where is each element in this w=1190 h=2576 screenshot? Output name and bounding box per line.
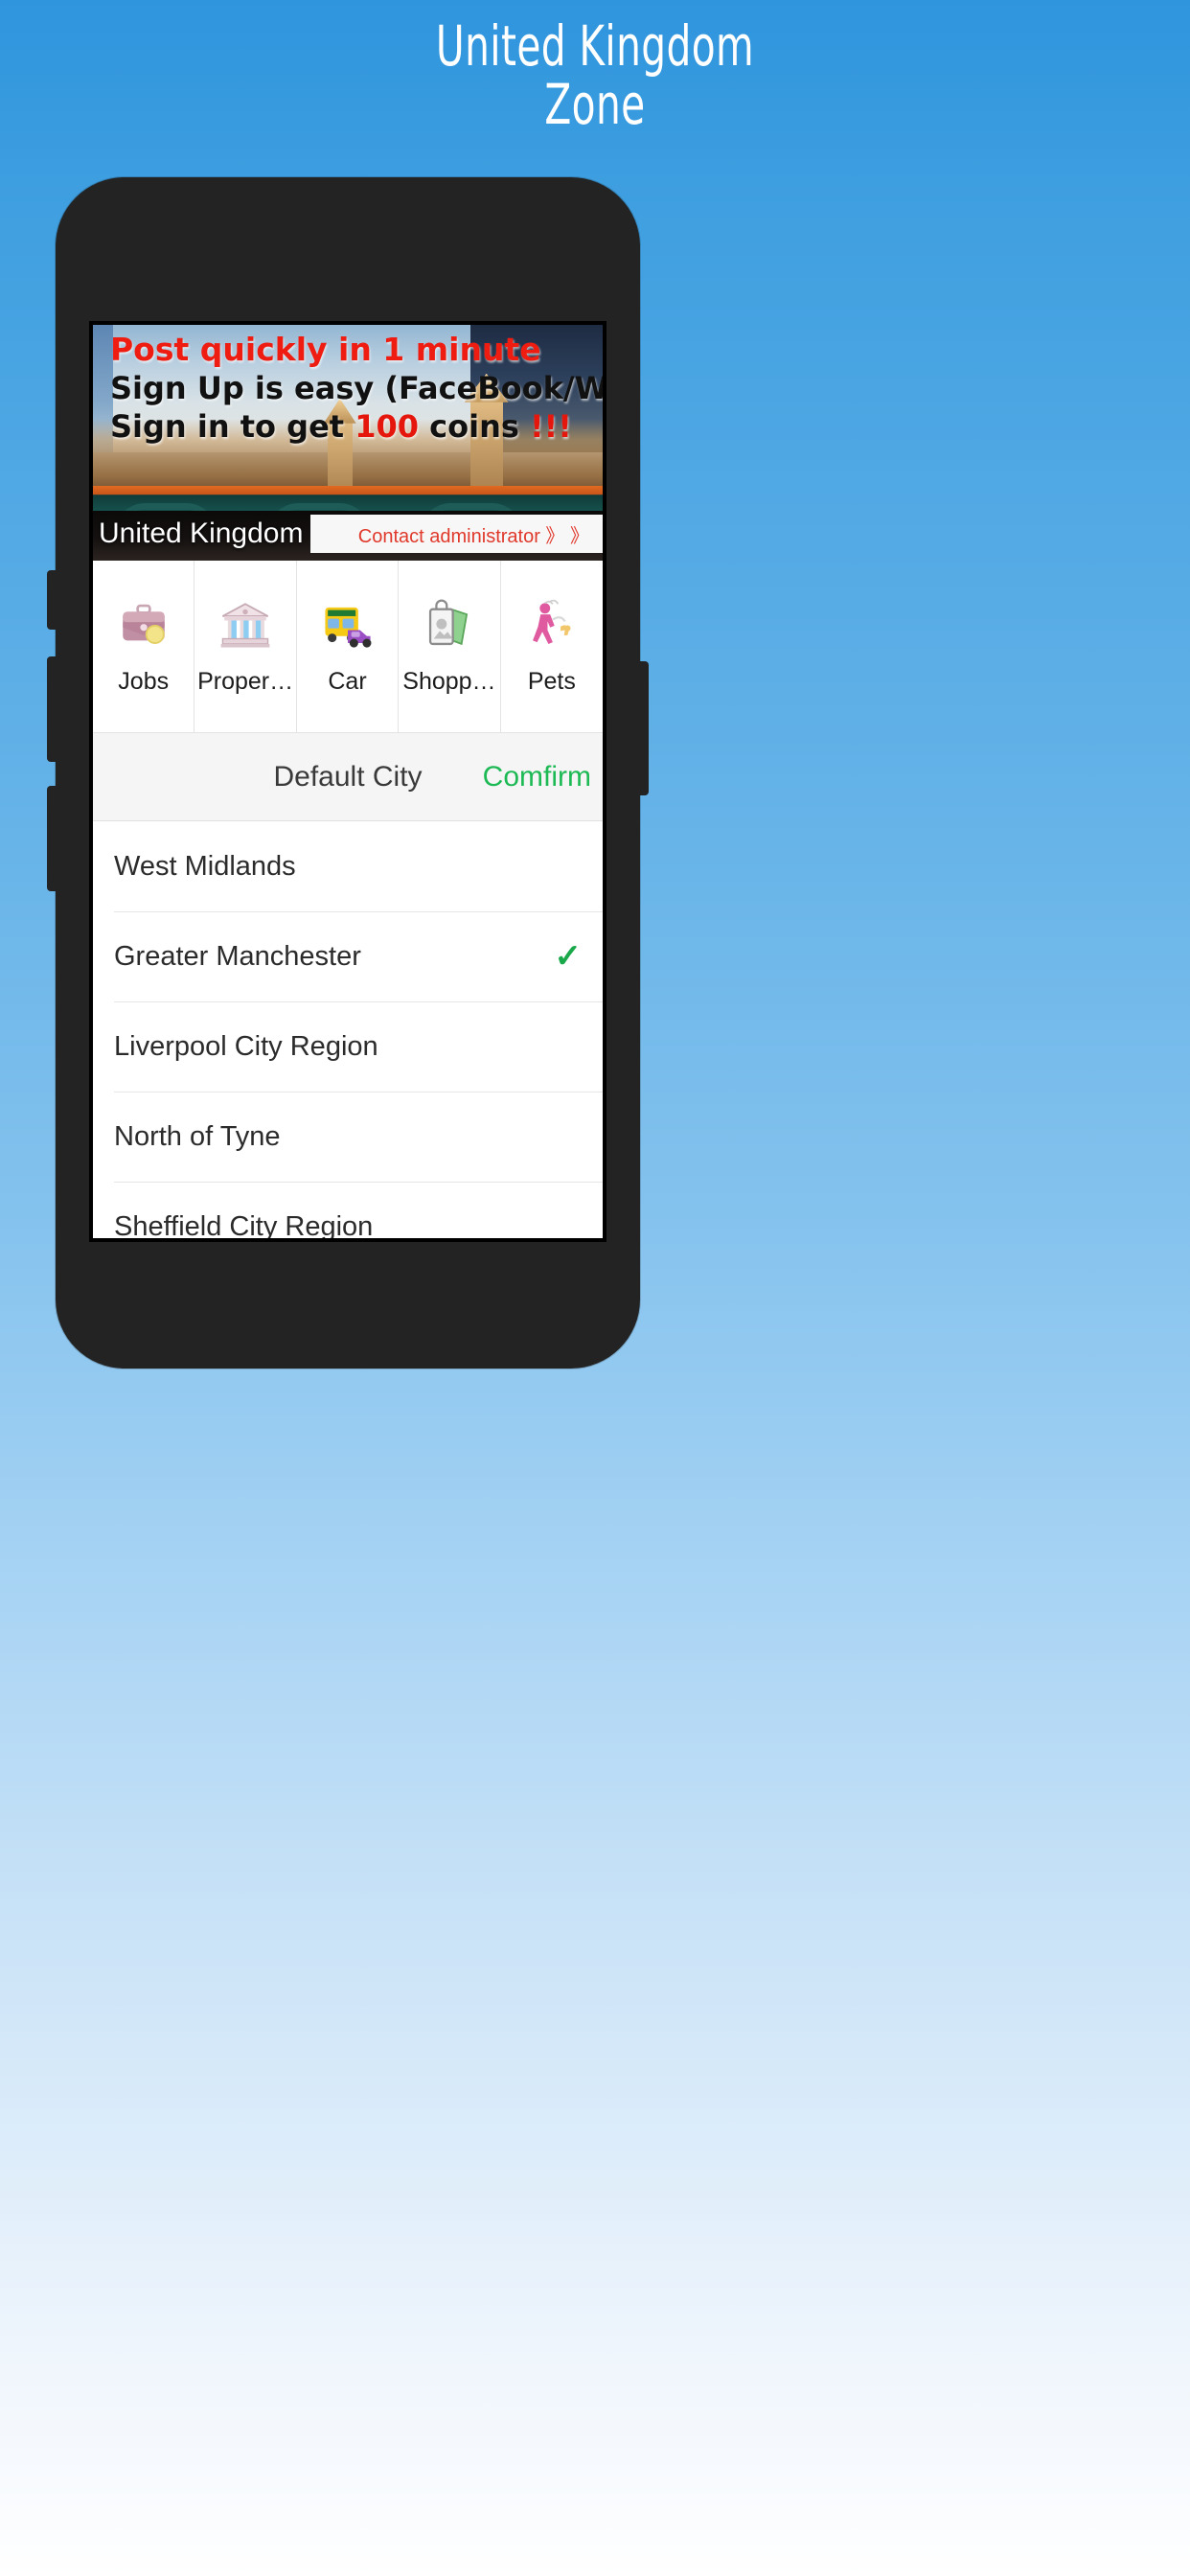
category-label: Pets xyxy=(527,668,576,695)
bank-building-icon xyxy=(220,603,270,648)
page-title-line-2: Zone xyxy=(544,71,646,137)
city-list-item-selected[interactable]: Greater Manchester ✓ xyxy=(93,911,603,1001)
shopping-bags-icon xyxy=(428,599,469,646)
category-label: Car xyxy=(328,668,367,695)
banner-bottom-bar: United Kingdom Contact administrator 》 》 xyxy=(93,507,603,561)
phone-mockup: Post quickly in 1 minute Sign Up is easy… xyxy=(47,177,649,1368)
banner-subline-signup: Sign Up is easy (FaceBook/Wechat) xyxy=(110,369,603,406)
banner-headline: Post quickly in 1 minute xyxy=(110,331,541,368)
default-city-header: Default City Comfirm xyxy=(93,733,603,821)
city-list-item[interactable]: West Midlands xyxy=(93,821,603,911)
banner-subline-coins: Sign in to get 100 coins !!! xyxy=(110,407,595,445)
city-name: West Midlands xyxy=(114,850,296,882)
confirm-button[interactable]: Comfirm xyxy=(483,761,591,794)
city-list-item[interactable]: Sheffield City Region xyxy=(93,1182,603,1242)
banner-coins-mid: coins xyxy=(419,407,531,445)
phone-silent-switch[interactable] xyxy=(47,570,57,630)
check-icon: ✓ xyxy=(554,938,583,975)
phone-screen: Post quickly in 1 minute Sign Up is easy… xyxy=(89,321,606,1242)
banner-coins-exclaim: !!! xyxy=(530,407,572,445)
banner-coins-number: 100 xyxy=(355,407,419,445)
bus-car-icon xyxy=(324,607,371,648)
city-name: Greater Manchester xyxy=(114,940,361,972)
category-row: Jobs Proper… Car Shopp… Pets xyxy=(93,561,603,733)
category-item-jobs[interactable]: Jobs xyxy=(93,561,195,733)
category-label: Shopp… xyxy=(402,668,496,695)
category-item-pets[interactable]: Pets xyxy=(500,561,603,733)
banner-country-label: United Kingdom xyxy=(99,518,304,549)
banner-coins-pre: Sign in to get xyxy=(110,407,355,445)
contact-administrator-label: Contact administrator 》 》 xyxy=(357,525,589,547)
promo-banner[interactable]: Post quickly in 1 minute Sign Up is easy… xyxy=(93,325,603,561)
phone-volume-down-button[interactable] xyxy=(47,786,57,891)
category-item-shopping[interactable]: Shopp… xyxy=(399,561,501,733)
banner-text-block: Post quickly in 1 minute Sign Up is easy… xyxy=(110,331,603,445)
city-name: North of Tyne xyxy=(114,1120,281,1152)
city-list-item[interactable]: North of Tyne xyxy=(93,1092,603,1182)
category-label: Jobs xyxy=(118,668,170,695)
city-name: Liverpool City Region xyxy=(114,1030,378,1062)
phone-volume-up-button[interactable] xyxy=(47,656,57,762)
category-item-property[interactable]: Proper… xyxy=(195,561,297,733)
category-label: Proper… xyxy=(197,668,294,695)
category-item-car[interactable]: Car xyxy=(296,561,400,733)
contact-administrator-button[interactable]: Contact administrator 》 》 xyxy=(310,515,603,553)
city-list-item[interactable]: Liverpool City Region xyxy=(93,1001,603,1092)
city-list: West Midlands Greater Manchester ✓ Liver… xyxy=(93,821,603,1242)
briefcase-icon xyxy=(122,604,165,644)
page-title: United Kingdom Zone xyxy=(131,17,1060,134)
city-name: Sheffield City Region xyxy=(114,1210,374,1242)
page-title-line-1: United Kingdom xyxy=(435,13,755,79)
phone-power-button[interactable] xyxy=(638,661,649,795)
person-walking-dog-icon xyxy=(532,599,571,644)
